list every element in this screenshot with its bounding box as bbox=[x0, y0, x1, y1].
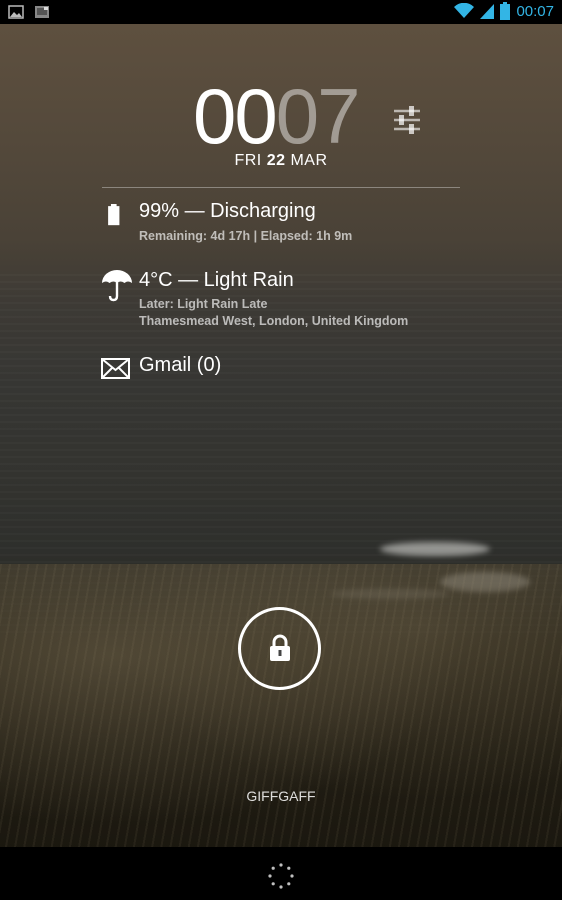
date-month: MAR bbox=[290, 152, 328, 169]
date-number: 22 bbox=[266, 152, 286, 169]
wifi-icon bbox=[454, 3, 475, 18]
unlock-button[interactable] bbox=[238, 607, 321, 690]
battery-icon bbox=[108, 204, 120, 226]
envelope-icon bbox=[101, 358, 130, 379]
umbrella-icon bbox=[102, 270, 132, 302]
weather-extension[interactable]: 4°C — Light Rain Later: Light Rain Late … bbox=[100, 269, 480, 333]
divider bbox=[102, 187, 460, 188]
signal-icon bbox=[480, 4, 495, 19]
carrier-label: GIFFGAFF bbox=[246, 788, 316, 804]
battery-extension[interactable]: 99% — Discharging Remaining: 4d 17h | El… bbox=[100, 200, 480, 250]
loading-spinner-icon bbox=[268, 863, 294, 889]
status-time: 00:07 bbox=[516, 2, 554, 20]
weather-title: 4°C — Light Rain bbox=[139, 269, 294, 291]
clock-minutes: 07 bbox=[275, 72, 361, 160]
date-day: FRI bbox=[234, 152, 262, 169]
battery-title: 99% — Discharging bbox=[139, 200, 316, 222]
clock[interactable]: 00 07 bbox=[193, 72, 361, 160]
weather-later: Later: Light Rain Late bbox=[139, 297, 268, 311]
settings-sliders-icon[interactable] bbox=[392, 104, 422, 136]
surf-wave bbox=[380, 542, 490, 556]
weather-location: Thamesmead West, London, United Kingdom bbox=[139, 314, 409, 328]
gallery-icon bbox=[8, 5, 24, 19]
gmail-title: Gmail (0) bbox=[139, 354, 222, 376]
photo-notification-icon bbox=[35, 6, 49, 18]
status-bar: 00:07 bbox=[0, 0, 562, 24]
padlock-icon bbox=[270, 634, 290, 661]
clock-hours: 00 bbox=[193, 72, 278, 160]
battery-detail: Remaining: 4d 17h | Elapsed: 1h 9m bbox=[139, 229, 353, 243]
gmail-extension[interactable]: Gmail (0) bbox=[100, 354, 480, 384]
battery-icon bbox=[500, 2, 511, 20]
date: FRI 22 MAR bbox=[0, 152, 562, 170]
